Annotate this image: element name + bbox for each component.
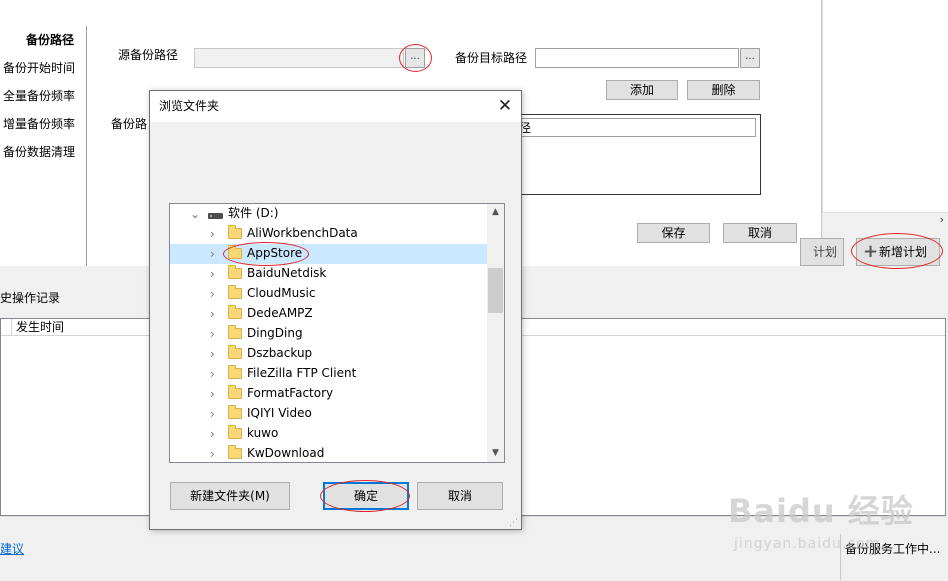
folder-icon [228, 305, 242, 319]
folder-icon [228, 385, 242, 399]
dialog-cancel-button[interactable]: 取消 [417, 482, 503, 510]
plan-list-area [822, 0, 948, 212]
column-separator[interactable] [11, 319, 12, 336]
scrollbar-thumb[interactable] [488, 268, 503, 313]
drive-label: 软件 (D:) [228, 206, 279, 220]
tree-item-folder[interactable]: › DedeAMPZ [170, 304, 488, 324]
scroll-right-icon[interactable]: › [940, 213, 944, 227]
backup-path-list-label: 备份路 [111, 117, 148, 131]
save-button[interactable]: 保存 [637, 223, 710, 243]
ok-button[interactable]: 确定 [323, 482, 409, 510]
status-bar [0, 530, 948, 581]
tree-item-folder[interactable]: › KwDownload [170, 444, 488, 462]
source-browse-button[interactable]: ... [405, 48, 425, 68]
chevron-right-icon[interactable]: › [210, 286, 215, 302]
folder-name: CloudMusic [247, 286, 316, 300]
status-separator [840, 534, 841, 580]
tree-item-folder[interactable]: › FormatFactory [170, 384, 488, 404]
folder-name: DingDing [247, 326, 303, 340]
plan-button[interactable]: 计划 [800, 238, 844, 266]
tree-item-folder[interactable]: › DingDing [170, 324, 488, 344]
chevron-right-icon[interactable]: › [210, 326, 215, 342]
folder-icon [228, 325, 242, 339]
scroll-up-icon[interactable]: ▲ [487, 204, 504, 221]
folder-icon [228, 365, 242, 379]
chevron-right-icon[interactable]: › [210, 346, 215, 362]
scroll-down-icon[interactable]: ▼ [487, 445, 504, 462]
tree-item-folder[interactable]: › kuwo [170, 424, 488, 444]
folder-name: BaiduNetdisk [247, 266, 327, 280]
chevron-right-icon[interactable]: › [210, 366, 215, 382]
folder-icon [228, 225, 242, 239]
tree-item-folder[interactable]: › BaiduNetdisk [170, 264, 488, 284]
folder-icon [228, 445, 242, 459]
service-status-text: 备份服务工作中... [845, 542, 941, 556]
folder-tree[interactable]: ⌄ 软件 (D:) › AliWorkbenchData › AppStore › Bai… [169, 203, 505, 463]
add-button[interactable]: 添加 [606, 80, 678, 100]
folder-name: KwDownload [247, 446, 325, 460]
folder-icon [228, 425, 242, 439]
source-path-input[interactable] [194, 48, 404, 68]
nav-item-full-backup-frequency[interactable]: 全量备份频率 [3, 88, 89, 104]
folder-icon [228, 285, 242, 299]
resize-grip-icon[interactable]: ⋰ [509, 518, 518, 528]
nav-item-backup-start-time[interactable]: 备份开始时间 [3, 60, 89, 76]
folder-name: FileZilla FTP Client [247, 366, 357, 380]
horizontal-scrollbar[interactable]: › [822, 212, 948, 228]
delete-button[interactable]: 删除 [687, 80, 760, 100]
backup-path-list[interactable]: 径 [493, 114, 761, 195]
column-header-time[interactable]: 发生时间 [16, 319, 64, 335]
browse-folder-dialog: 浏览文件夹 ✕ ⌄ 软件 (D:) › AliWorkbenchData › AppS… [149, 90, 522, 530]
chevron-right-icon[interactable]: › [210, 226, 215, 242]
history-title: 史操作记录 [0, 291, 61, 305]
folder-icon [228, 345, 242, 359]
tree-vertical-scrollbar[interactable]: ▲ ▼ [487, 204, 504, 462]
add-plan-label: 新增计划 [879, 245, 928, 259]
plus-icon: + [863, 241, 879, 262]
folder-name: kuwo [247, 426, 279, 440]
chevron-right-icon[interactable]: › [210, 406, 215, 422]
suggestion-link[interactable]: 建议 [0, 541, 24, 557]
chevron-right-icon[interactable]: › [210, 246, 215, 262]
tree-item-folder[interactable]: › FileZilla FTP Client [170, 364, 488, 384]
tree-item-drive[interactable]: ⌄ 软件 (D:) [170, 204, 488, 224]
source-path-label: 源备份路径 [118, 48, 179, 62]
close-icon[interactable]: ✕ [494, 95, 516, 117]
tree-item-folder[interactable]: › AppStore [170, 242, 488, 266]
cancel-button[interactable]: 取消 [723, 223, 797, 243]
add-plan-button[interactable]: + 新增计划 [856, 238, 940, 266]
target-browse-button[interactable]: ... [740, 48, 760, 68]
target-path-label: 备份目标路径 [455, 51, 528, 65]
folder-icon [228, 245, 242, 259]
folder-icon [228, 265, 242, 279]
folder-name: IQIYI Video [247, 406, 312, 420]
folder-name: Dszbackup [247, 346, 313, 360]
nav-item-incremental-backup-frequency[interactable]: 增量备份频率 [3, 116, 89, 132]
folder-name: DedeAMPZ [247, 306, 313, 320]
folder-icon [228, 405, 242, 419]
nav-item-backup-data-cleanup[interactable]: 备份数据清理 [3, 144, 89, 160]
folder-name: FormatFactory [247, 386, 334, 400]
chevron-right-icon[interactable]: › [210, 266, 215, 282]
list-item[interactable]: 径 [498, 118, 756, 137]
chevron-right-icon[interactable]: › [210, 386, 215, 402]
target-path-input[interactable] [535, 48, 739, 68]
tree-item-folder[interactable]: › AliWorkbenchData [170, 224, 488, 244]
drive-icon [208, 213, 223, 219]
folder-name: AppStore [247, 246, 303, 260]
dialog-title: 浏览文件夹 [159, 99, 220, 113]
chevron-right-icon[interactable]: › [210, 306, 215, 322]
tree-item-folder[interactable]: › IQIYI Video [170, 404, 488, 424]
chevron-down-icon[interactable]: ⌄ [190, 206, 200, 222]
new-folder-button[interactable]: 新建文件夹(M) [170, 482, 290, 510]
tree-item-folder[interactable]: › CloudMusic [170, 284, 488, 304]
folder-name: AliWorkbenchData [247, 226, 358, 240]
chevron-right-icon[interactable]: › [210, 426, 215, 442]
chevron-right-icon[interactable]: › [210, 446, 215, 462]
tree-item-folder[interactable]: › Dszbackup [170, 344, 488, 364]
nav-item-backup-path[interactable]: 备份路径 [0, 32, 86, 48]
